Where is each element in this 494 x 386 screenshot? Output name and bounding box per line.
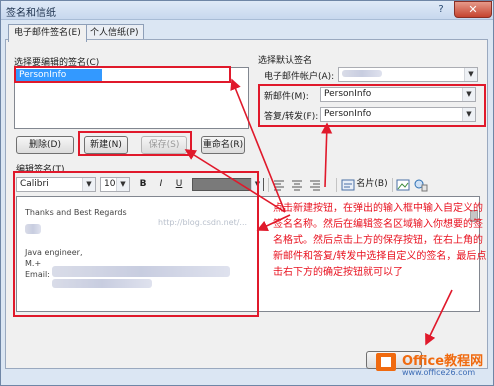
annotation-arrows xyxy=(184,78,453,346)
tab-email-signature[interactable]: 电子邮件签名(E) xyxy=(8,24,87,42)
logo-url: www.office26.com xyxy=(402,368,476,377)
logo-brand: Office教程网 xyxy=(402,354,484,369)
annotation-text: 点击新建按钮，在弹出的输入框中输入自定义的签名名称。然后在编辑签名区域输入你想要… xyxy=(273,203,487,278)
office-logo-icon xyxy=(376,353,396,371)
